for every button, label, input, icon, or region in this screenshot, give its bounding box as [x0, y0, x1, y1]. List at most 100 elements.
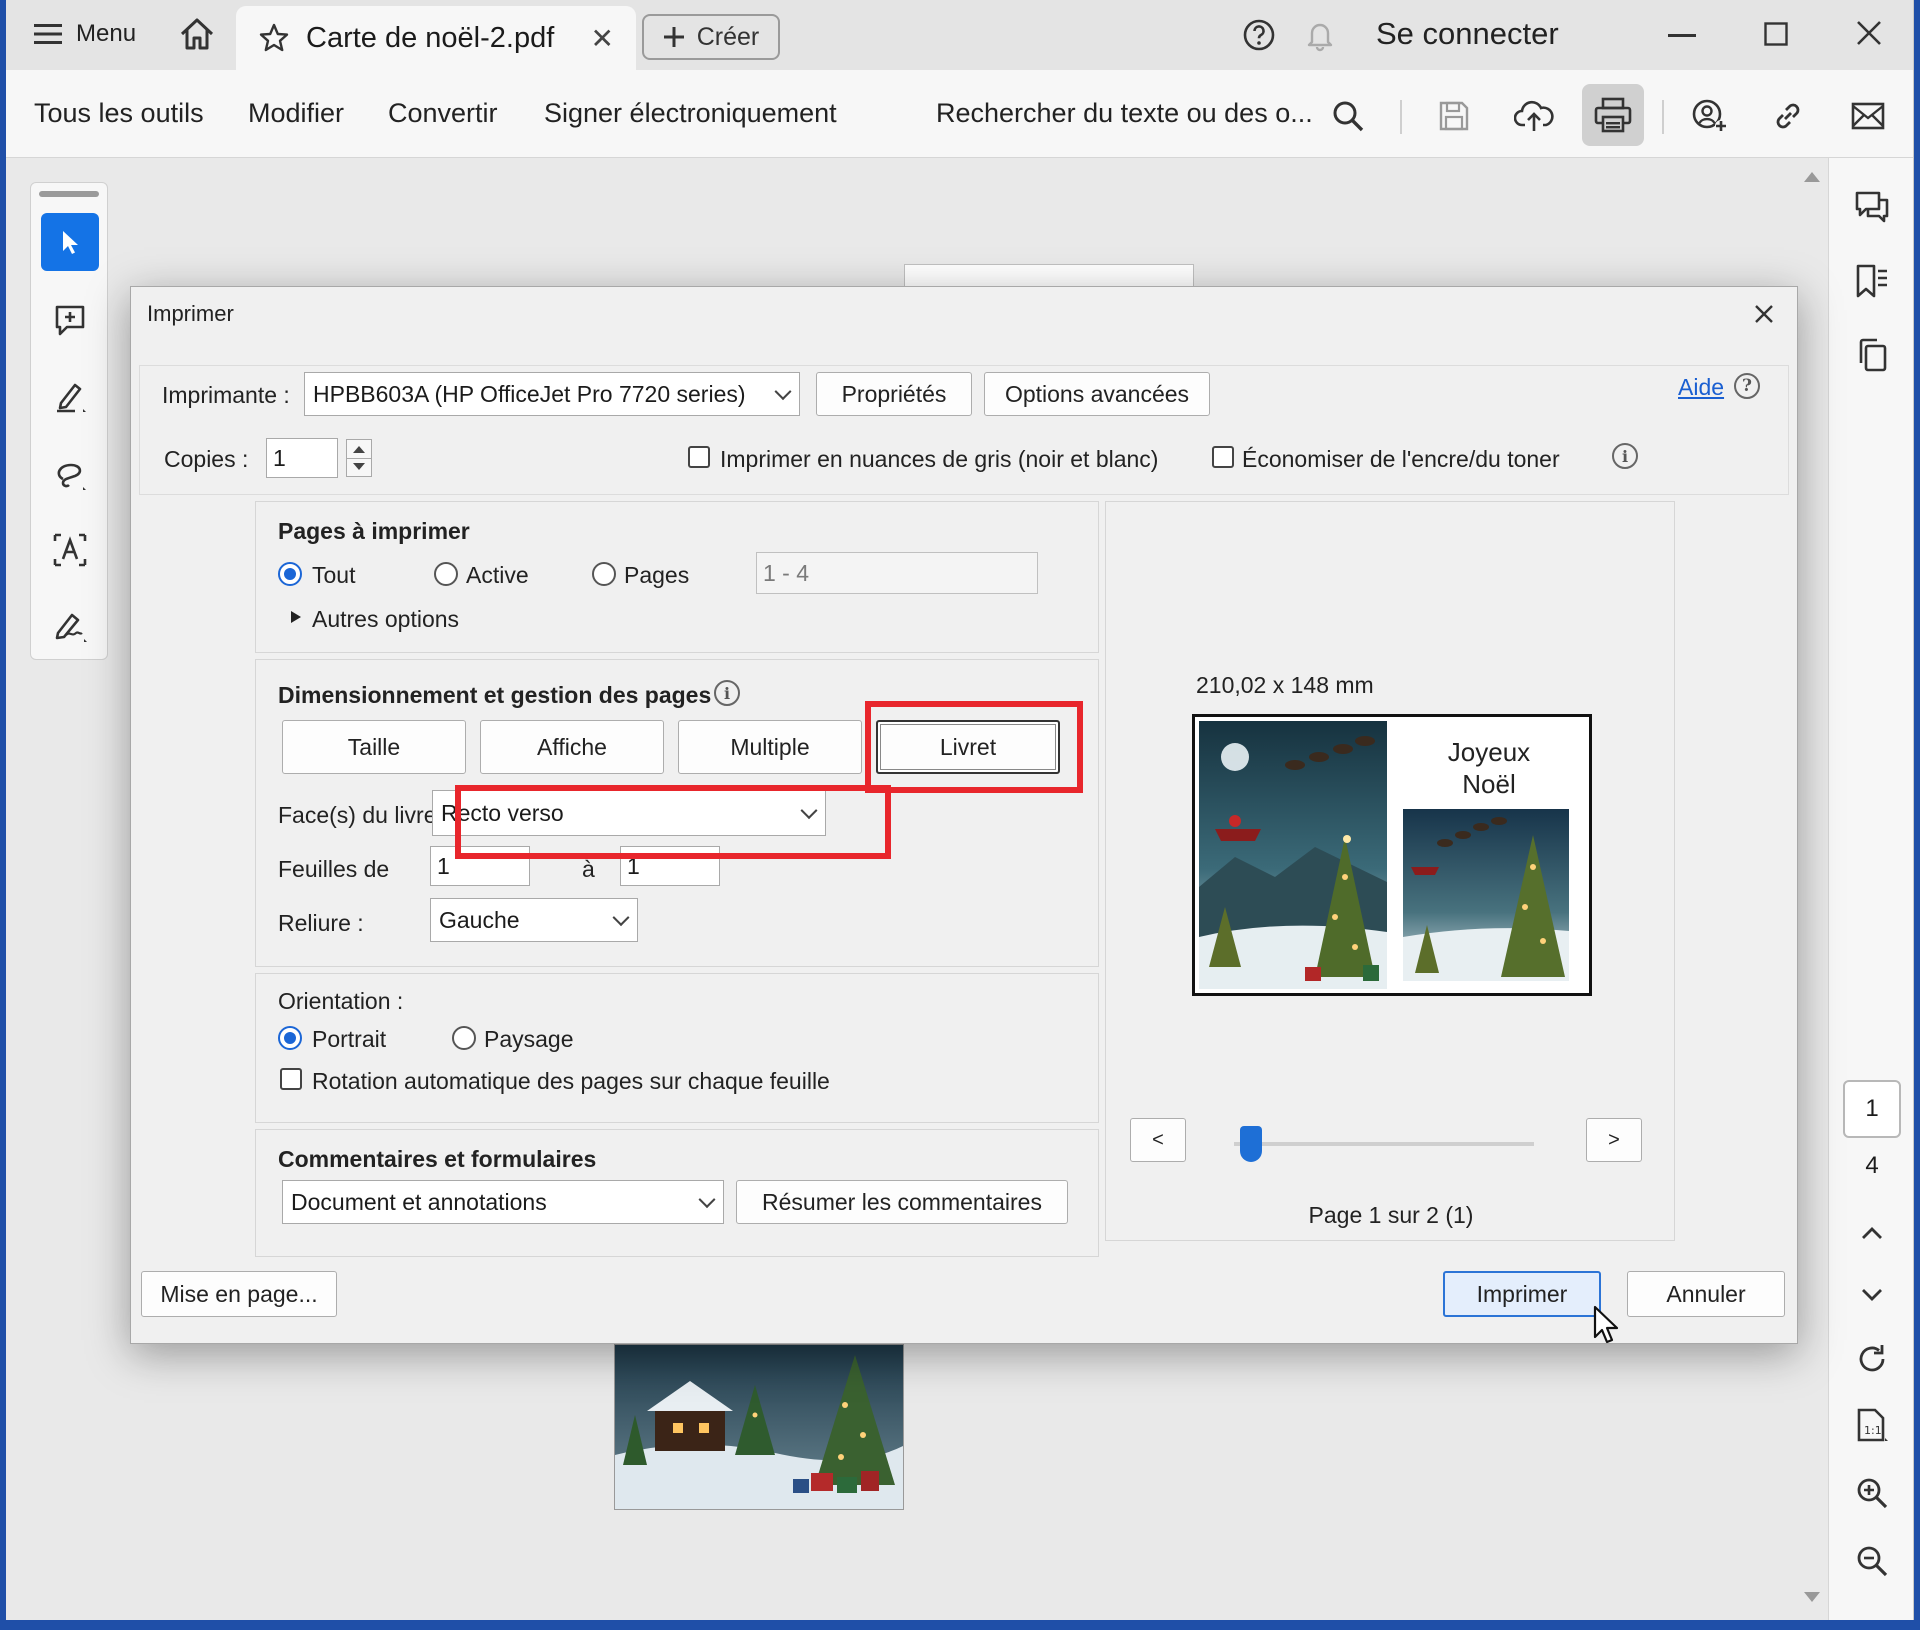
- card-text-line2: Noël: [1462, 769, 1515, 799]
- info-icon[interactable]: i: [1612, 443, 1638, 469]
- rail-drag-handle[interactable]: [39, 191, 99, 197]
- pen-icon: [57, 383, 86, 413]
- sign-tool-button[interactable]: [41, 597, 99, 655]
- search-button[interactable]: [1324, 92, 1372, 140]
- plus-icon: [663, 27, 684, 47]
- preview-page-slider-thumb[interactable]: [1240, 1126, 1262, 1162]
- close-icon: [1857, 21, 1881, 45]
- portrait-label: Portrait: [312, 1026, 387, 1052]
- tab-close-icon[interactable]: ✕: [591, 22, 614, 55]
- landscape-radio[interactable]: [452, 1026, 476, 1050]
- zoom-in-button[interactable]: [1849, 1470, 1895, 1516]
- cancel-button[interactable]: Annuler: [1627, 1271, 1785, 1317]
- help-link[interactable]: Aide: [1678, 374, 1724, 401]
- home-button[interactable]: [178, 16, 216, 52]
- portrait-radio[interactable]: [278, 1026, 302, 1050]
- text-box-icon: [53, 533, 87, 567]
- stepper-down-icon[interactable]: [353, 463, 365, 470]
- search-text-field[interactable]: Rechercher du texte ou des o...: [936, 98, 1313, 129]
- preview-next-button[interactable]: >: [1586, 1118, 1642, 1162]
- print-confirm-button[interactable]: Imprimer: [1443, 1271, 1601, 1317]
- help-button[interactable]: [1242, 18, 1276, 52]
- previous-page-button[interactable]: [1849, 1210, 1895, 1256]
- expand-triangle-icon[interactable]: [290, 610, 302, 624]
- all-pages-radio[interactable]: [278, 562, 302, 586]
- page-range-label: Pages: [624, 562, 690, 588]
- booklet-sides-highlight-box: [455, 785, 891, 859]
- save-button[interactable]: [1430, 92, 1478, 140]
- grayscale-checkbox[interactable]: [688, 446, 710, 468]
- grayscale-label: Imprimer en nuances de gris (noir et bla…: [720, 446, 1159, 472]
- all-pages-label: Tout: [312, 562, 356, 588]
- menu-button[interactable]: Menu: [34, 20, 136, 48]
- page-range-radio[interactable]: [592, 562, 616, 586]
- select-tool-button[interactable]: [41, 213, 99, 271]
- pages-panel-button[interactable]: [1849, 332, 1895, 378]
- page-setup-button[interactable]: Mise en page...: [141, 1271, 337, 1317]
- auto-rotate-checkbox[interactable]: [280, 1068, 302, 1090]
- lasso-icon: [57, 463, 86, 490]
- save-ink-checkbox[interactable]: [1212, 446, 1234, 468]
- vertical-scrollbar[interactable]: [1798, 158, 1826, 1620]
- minimize-button[interactable]: [1668, 34, 1696, 38]
- upload-button[interactable]: [1510, 92, 1558, 140]
- printer-select[interactable]: HPBB603A (HP OfficeJet Pro 7720 series): [304, 372, 800, 416]
- comments-icon: [1855, 191, 1889, 223]
- page-range-input[interactable]: 1 - 4: [756, 552, 1038, 594]
- poster-tab[interactable]: Affiche: [480, 720, 664, 774]
- sign-in-link[interactable]: Se connecter: [1376, 16, 1559, 52]
- zoom-out-button[interactable]: [1849, 1538, 1895, 1584]
- size-tab[interactable]: Taille: [282, 720, 466, 774]
- email-button[interactable]: [1844, 92, 1892, 140]
- total-pages-label: 4: [1865, 1152, 1879, 1179]
- properties-button[interactable]: Propriétés: [816, 372, 972, 416]
- comment-add-icon: [55, 305, 85, 336]
- stepper-up-icon[interactable]: [353, 446, 365, 453]
- scroll-down-arrow-icon[interactable]: [1804, 1592, 1820, 1602]
- print-button[interactable]: [1582, 84, 1644, 146]
- notifications-button[interactable]: [1304, 18, 1336, 52]
- multiple-tab[interactable]: Multiple: [678, 720, 862, 774]
- close-window-button[interactable]: [1856, 20, 1882, 46]
- all-tools-menu[interactable]: Tous les outils: [34, 98, 204, 129]
- maximize-button[interactable]: [1764, 22, 1788, 46]
- next-page-button[interactable]: [1849, 1272, 1895, 1318]
- dialog-close-button[interactable]: [1747, 297, 1781, 331]
- copies-input[interactable]: 1: [266, 438, 338, 478]
- info-icon[interactable]: i: [714, 680, 740, 706]
- summarize-comments-button[interactable]: Résumer les commentaires: [736, 1180, 1068, 1224]
- left-tool-rail: [30, 182, 108, 660]
- current-page-radio[interactable]: [434, 562, 458, 586]
- scroll-up-arrow-icon[interactable]: [1804, 172, 1820, 182]
- create-button[interactable]: Créer: [642, 14, 780, 60]
- share-user-button[interactable]: [1686, 92, 1734, 140]
- hamburger-icon: [34, 24, 62, 44]
- actual-size-button[interactable]: 1:1: [1849, 1402, 1895, 1448]
- pages-heading: Pages à imprimer: [278, 518, 470, 544]
- print-preview-panel: 210,02 x 148 mm Joyeux Noël < > Page 1 s…: [1105, 501, 1675, 1241]
- rotate-button[interactable]: [1849, 1336, 1895, 1382]
- convert-menu[interactable]: Convertir: [388, 98, 498, 129]
- copies-stepper[interactable]: [346, 439, 372, 477]
- current-page-indicator[interactable]: 1: [1843, 1080, 1901, 1138]
- freehand-tool-button[interactable]: [41, 445, 99, 503]
- chevron-down-icon: [1862, 1289, 1882, 1301]
- advanced-options-button[interactable]: Options avancées: [984, 372, 1210, 416]
- preview-page-slider-track[interactable]: [1234, 1142, 1534, 1146]
- printer-settings-area: Imprimante : HPBB603A (HP OfficeJet Pro …: [139, 365, 1789, 495]
- document-tab[interactable]: Carte de noël-2.pdf ✕: [236, 6, 636, 70]
- copy-link-button[interactable]: [1764, 92, 1812, 140]
- preview-prev-button[interactable]: <: [1130, 1118, 1186, 1162]
- help-question-icon[interactable]: ?: [1734, 373, 1760, 399]
- highlight-tool-button[interactable]: [41, 367, 99, 425]
- sign-menu[interactable]: Signer électroniquement: [544, 98, 837, 129]
- edit-menu[interactable]: Modifier: [248, 98, 344, 129]
- text-select-tool-button[interactable]: [41, 521, 99, 579]
- comments-select[interactable]: Document et annotations: [282, 1180, 724, 1224]
- binding-select[interactable]: Gauche: [430, 898, 638, 942]
- comments-panel-button[interactable]: [1849, 184, 1895, 230]
- more-options-toggle[interactable]: Autres options: [312, 606, 459, 633]
- preview-sheet: Joyeux Noël: [1192, 714, 1592, 996]
- bookmarks-panel-button[interactable]: [1849, 258, 1895, 304]
- add-comment-tool-button[interactable]: [41, 291, 99, 349]
